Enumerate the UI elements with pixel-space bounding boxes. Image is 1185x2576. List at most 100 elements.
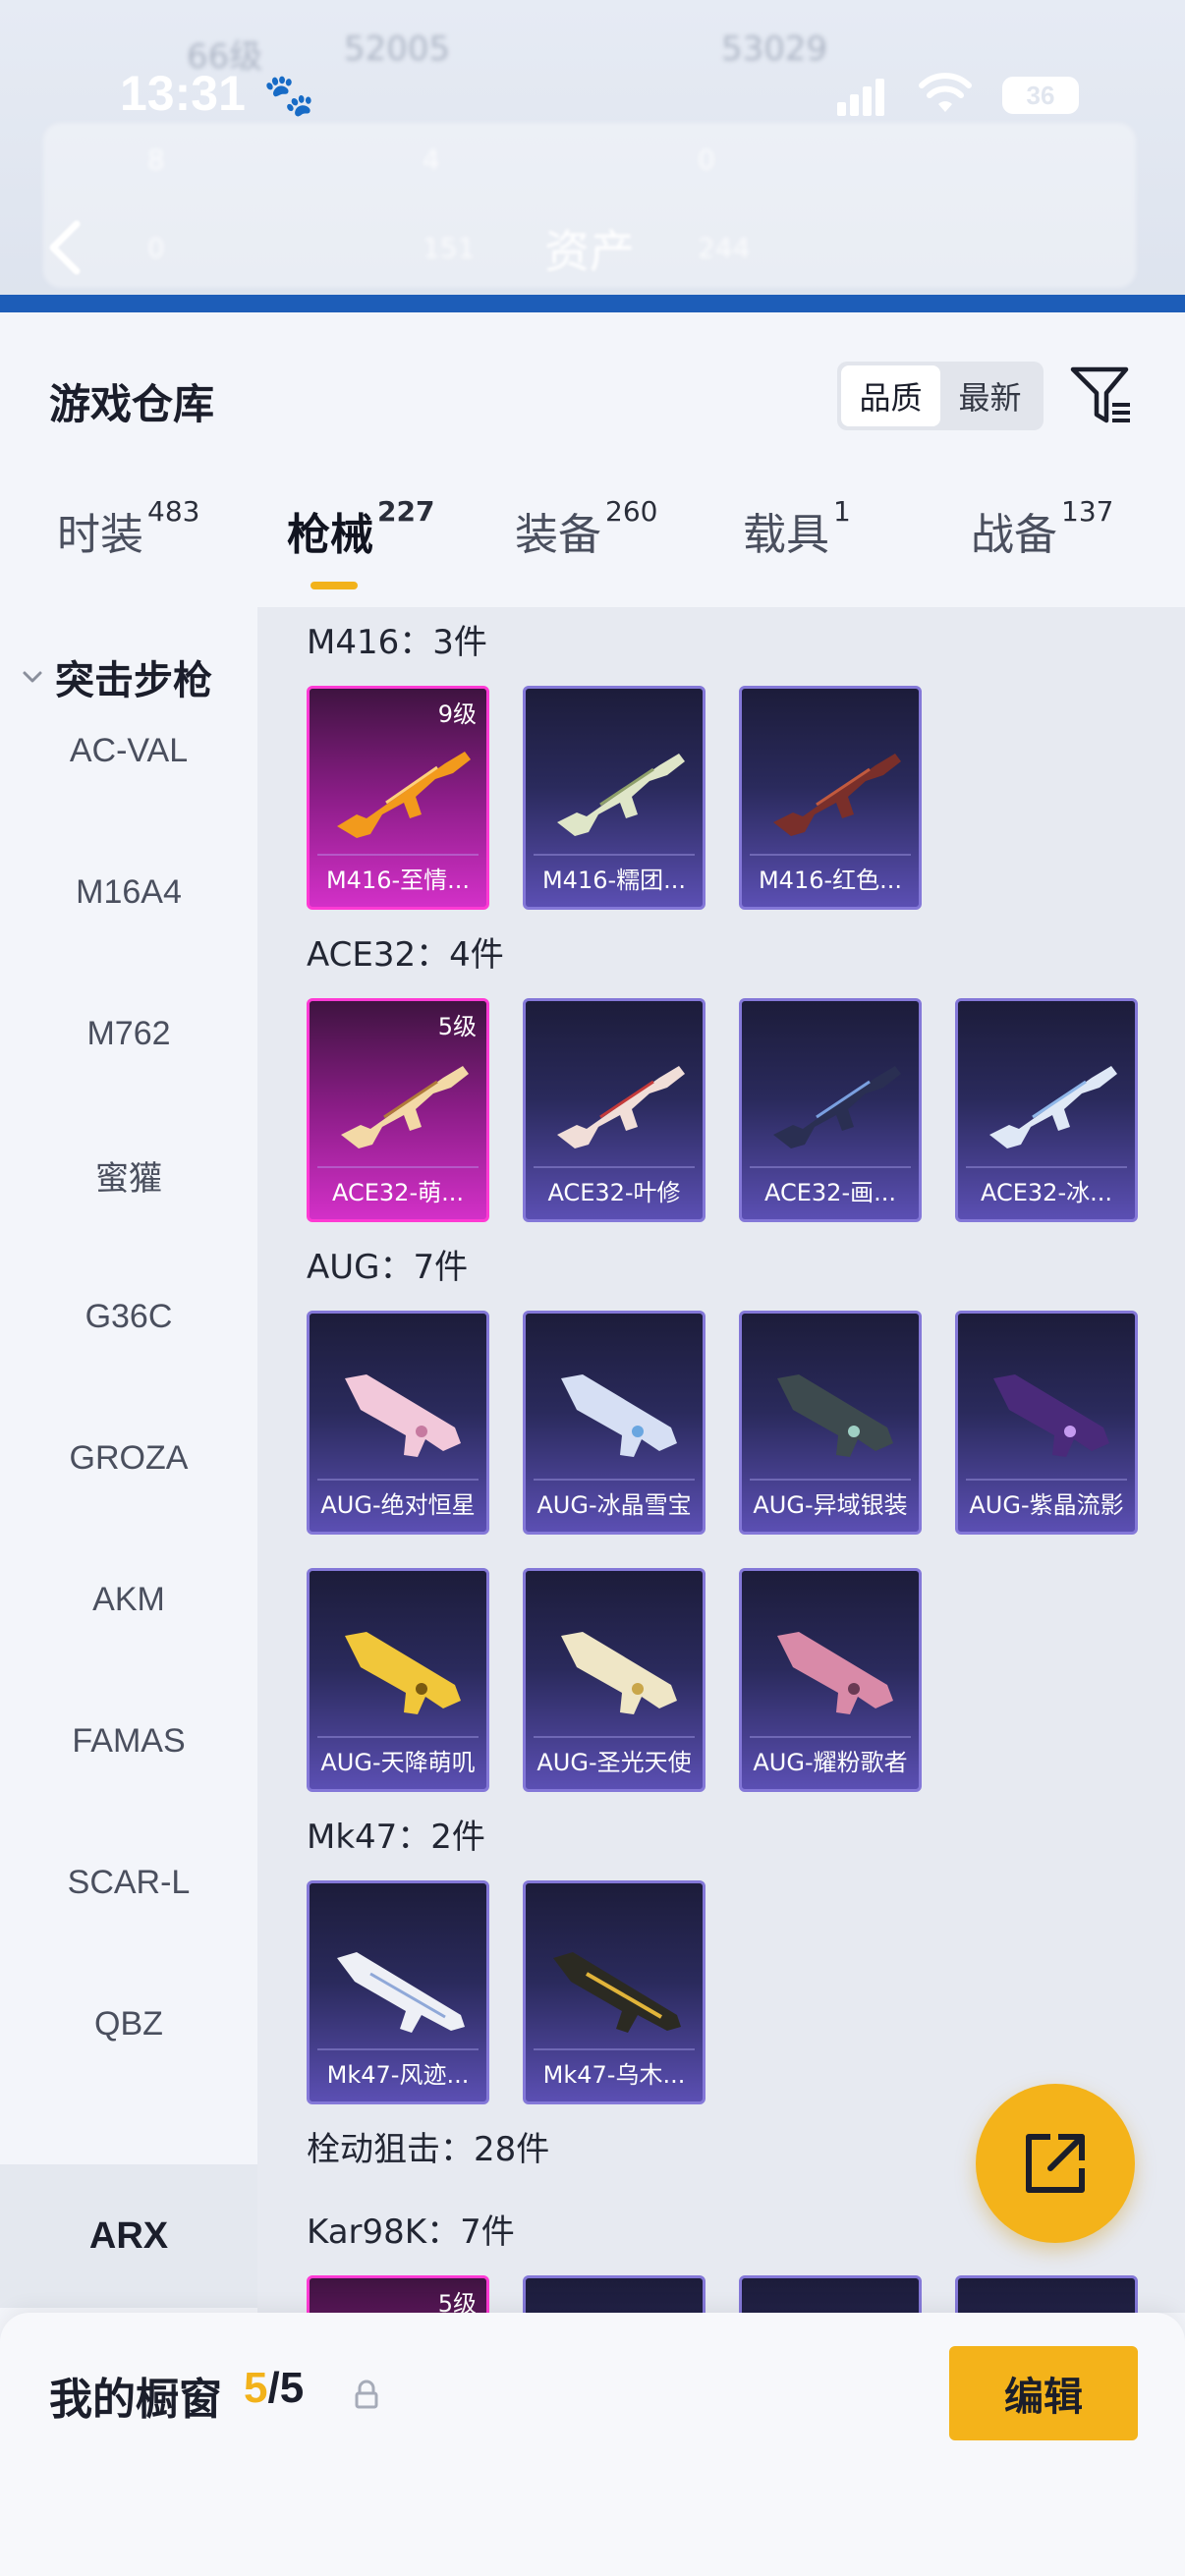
category-tabs: 时装 483 枪械 227 装备 260 载具 1 战备 137 <box>0 495 1185 597</box>
filter-icon[interactable] <box>1069 364 1134 428</box>
group-label-aug: AUG：7件 <box>307 1248 469 1287</box>
tab-label: 时装 <box>57 510 143 560</box>
tab-equipment[interactable]: 装备 260 <box>515 495 657 597</box>
warehouse-sheet: 游戏仓库 品质 最新 时装 483 枪械 227 装备 260 载具 1 战备 137 <box>0 312 1185 2576</box>
skin-name: AUG-天降萌叽 <box>320 1749 476 1776</box>
sidebar-item-groza[interactable]: GROZA <box>0 1419 257 1497</box>
skin-card[interactable]: 9级 M416-至情... <box>307 686 489 910</box>
sidebar-item-famas[interactable]: FAMAS <box>0 1702 257 1780</box>
group-label-kar98k: Kar98K：7件 <box>307 2212 515 2252</box>
tab-count: 1 <box>833 495 851 528</box>
skin-card[interactable]: Mk47-风迹... <box>307 1880 489 2104</box>
sidebar-item-akm[interactable]: AKM <box>0 1560 257 1639</box>
skin-card[interactable]: 5级 <box>307 2275 489 2313</box>
sidebar-item-honey-badger[interactable]: 蜜獾 <box>0 1136 257 1214</box>
skin-card[interactable]: AUG-异域银装 <box>739 1311 922 1535</box>
active-tab-indicator <box>310 582 358 589</box>
rifle-icon <box>553 1952 681 2033</box>
tab-label: 载具 <box>743 510 829 560</box>
sidebar-item-ac-val[interactable]: AC-VAL <box>0 711 257 790</box>
ghost-stat: 244 <box>698 232 751 264</box>
rifle-icon <box>337 1952 465 2033</box>
sidebar-item-qbz[interactable]: QBZ <box>0 1985 257 2063</box>
section-label-bolt-action: 栓动狙击：28件 <box>307 2130 550 2169</box>
skin-name: AUG-紫晶流影 <box>969 1491 1124 1519</box>
skin-name: M416-红色... <box>758 867 903 894</box>
ghost-stat: 151 <box>423 232 476 264</box>
tab-label: 枪械 <box>287 510 373 560</box>
showcase-separator: / <box>267 2364 280 2412</box>
share-button[interactable] <box>976 2084 1135 2243</box>
tab-count: 260 <box>605 495 658 528</box>
skin-card[interactable]: ACE32-冰... <box>955 998 1138 1222</box>
tab-label: 装备 <box>515 510 601 560</box>
tab-fashion[interactable]: 时装 483 <box>57 495 199 597</box>
status-time: 13:31 <box>120 66 246 121</box>
sidebar-category-assault-rifle[interactable]: 突击步枪 <box>20 648 212 705</box>
rifle-icon <box>337 752 471 838</box>
battery-indicator: 36 <box>1002 77 1079 114</box>
skin-card[interactable]: 5级 ACE32-萌... <box>307 998 489 1222</box>
skin-card[interactable]: AUG-圣光天使 <box>523 1568 705 1792</box>
ghost-stat: 8 <box>147 143 165 176</box>
skin-card[interactable]: AUG-绝对恒星 <box>307 1311 489 1535</box>
rifle-icon <box>777 1632 893 1714</box>
skin-card[interactable]: ACE32-叶修 <box>523 998 705 1222</box>
showcase-total: 5 <box>279 2364 305 2412</box>
skin-card[interactable]: AUG-耀粉歌者 <box>739 1568 922 1792</box>
rifle-icon <box>777 1374 893 1457</box>
skin-card[interactable]: ACE32-画... <box>739 998 922 1222</box>
skin-card[interactable]: M416-红色... <box>739 686 922 910</box>
wifi-icon <box>919 73 972 112</box>
paw-icon: 🐾 <box>263 71 315 119</box>
signal-icon <box>837 79 886 116</box>
skin-name: Mk47-风迹... <box>326 2061 470 2089</box>
sort-option-quality[interactable]: 品质 <box>841 365 940 426</box>
skin-name: AUG-冰晶雪宝 <box>536 1491 692 1519</box>
tab-count: 227 <box>377 495 435 528</box>
tab-supplies[interactable]: 战备 137 <box>971 495 1113 597</box>
skin-name: AUG-耀粉歌者 <box>753 1749 908 1776</box>
weapon-type-sidebar: 突击步枪 AC-VAL M16A4 M762 蜜獾 G36C GROZA AKM… <box>0 607 257 2313</box>
skin-card[interactable]: AUG-冰晶雪宝 <box>523 1311 705 1535</box>
skin-card[interactable]: M416-糯团... <box>523 686 705 910</box>
sidebar-item-g36c[interactable]: G36C <box>0 1277 257 1356</box>
skin-card[interactable]: AUG-紫晶流影 <box>955 1311 1138 1535</box>
rifle-icon <box>557 1066 685 1148</box>
rifle-icon <box>341 1066 469 1148</box>
skin-card[interactable] <box>955 2275 1138 2313</box>
rifle-icon <box>993 1374 1109 1457</box>
showcase-bar: 我的橱窗 5/5 编辑 <box>0 2313 1185 2576</box>
skin-card[interactable]: Mk47-乌木... <box>523 1880 705 2104</box>
skin-name: AUG-异域银装 <box>753 1491 908 1519</box>
sidebar-item-m762[interactable]: M762 <box>0 994 257 1073</box>
skin-name: ACE32-叶修 <box>547 1179 681 1206</box>
tab-firearms[interactable]: 枪械 227 <box>287 495 434 597</box>
skin-name: Mk47-乌木... <box>542 2061 686 2089</box>
sidebar-item-arx[interactable]: ARX <box>0 2164 257 2308</box>
tab-count: 483 <box>147 495 200 528</box>
sort-option-newest[interactable]: 最新 <box>940 365 1040 426</box>
ghost-stat: 0 <box>698 143 715 176</box>
back-arrow-icon[interactable] <box>45 218 85 277</box>
group-label-m416: M416：3件 <box>307 623 487 662</box>
edit-button[interactable]: 编辑 <box>949 2346 1138 2440</box>
skin-card[interactable]: AUG-天降萌叽 <box>307 1568 489 1792</box>
skin-card[interactable] <box>739 2275 922 2313</box>
tab-count: 137 <box>1061 495 1114 528</box>
skin-card[interactable] <box>523 2275 705 2313</box>
sidebar-item-scar-l[interactable]: SCAR-L <box>0 1843 257 1922</box>
group-label-mk47: Mk47：2件 <box>307 1818 485 1857</box>
sidebar-item-m16a4[interactable]: M16A4 <box>0 853 257 931</box>
rifle-icon <box>989 1066 1117 1148</box>
rifle-icon <box>557 754 685 836</box>
rifle-icon <box>345 1632 461 1714</box>
skin-name: M416-糯团... <box>541 867 687 894</box>
skin-name: AUG-绝对恒星 <box>320 1491 476 1519</box>
tab-vehicles[interactable]: 载具 1 <box>743 495 851 597</box>
ghost-stat: 4 <box>423 143 440 176</box>
skin-name: ACE32-萌... <box>331 1179 464 1206</box>
showcase-label: 我的橱窗 <box>49 2375 222 2425</box>
ghost-right-score: 53029 <box>721 29 828 69</box>
group-label-ace32: ACE32：4件 <box>307 935 504 975</box>
